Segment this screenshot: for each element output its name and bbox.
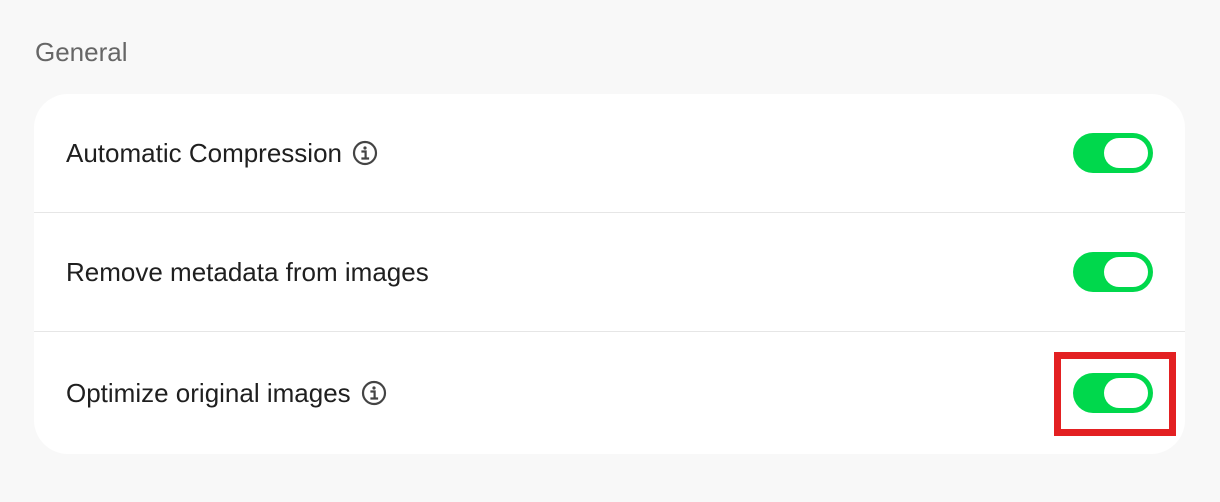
settings-card: Automatic Compression Remove metadata fr…: [34, 94, 1185, 454]
automatic-compression-toggle[interactable]: [1073, 133, 1153, 173]
toggle-knob: [1104, 378, 1148, 408]
setting-label: Optimize original images: [66, 378, 351, 408]
info-icon[interactable]: [352, 140, 378, 166]
optimize-original-toggle[interactable]: [1073, 373, 1153, 413]
setting-row-automatic-compression: Automatic Compression: [34, 94, 1185, 213]
setting-label: Remove metadata from images: [66, 257, 429, 287]
toggle-knob: [1104, 138, 1148, 168]
toggle-knob: [1104, 257, 1148, 287]
section-title: General: [35, 37, 128, 67]
setting-label: Automatic Compression: [66, 138, 342, 168]
info-icon[interactable]: [361, 380, 387, 406]
remove-metadata-toggle[interactable]: [1073, 252, 1153, 292]
setting-row-remove-metadata: Remove metadata from images: [34, 213, 1185, 332]
setting-row-optimize-original: Optimize original images: [34, 332, 1185, 454]
